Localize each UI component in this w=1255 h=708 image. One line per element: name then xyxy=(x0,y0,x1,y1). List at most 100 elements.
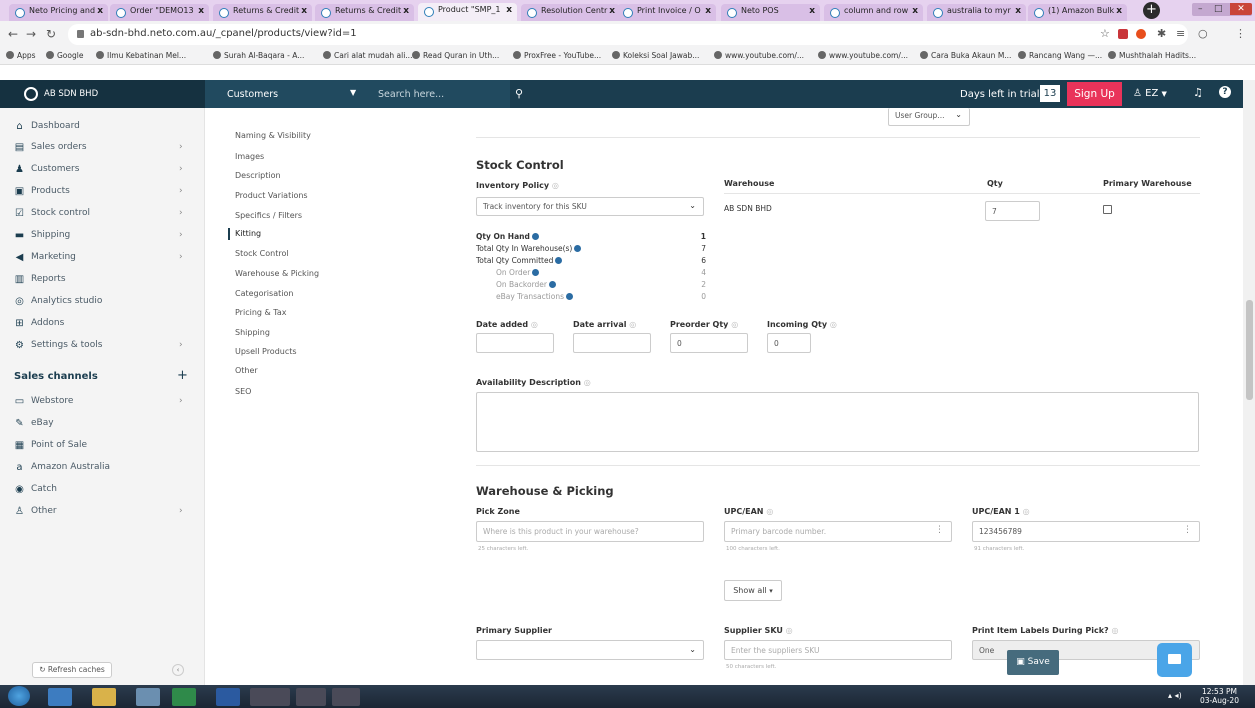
tray-icons[interactable]: ▴ ◂) xyxy=(1168,691,1182,700)
supplier-sku-input[interactable]: Enter the suppliers SKU xyxy=(724,640,952,660)
date-added-input[interactable] xyxy=(476,333,554,353)
profile-icon[interactable]: ○ xyxy=(1198,27,1208,40)
sales-channel-item[interactable]: ♙ Other › xyxy=(14,506,194,524)
sidebar-item[interactable]: ▣ Products › xyxy=(14,186,194,204)
bookmark-item[interactable]: Koleksi Soal Jawab... xyxy=(612,51,699,60)
bookmark-item[interactable]: www.youtube.com/... xyxy=(818,51,908,60)
browser-tab[interactable]: Product "SMP_1 x xyxy=(418,3,517,21)
bookmark-item[interactable]: ProxFree - YouTube... xyxy=(513,51,601,60)
sales-channel-item[interactable]: a Amazon Australia xyxy=(14,462,194,480)
signup-button[interactable]: Sign Up xyxy=(1067,82,1122,106)
sales-channel-item[interactable]: ✎ eBay xyxy=(14,418,194,436)
sidebar-item[interactable]: ♟ Customers › xyxy=(14,164,194,182)
more-options-icon[interactable]: ⋮ xyxy=(935,525,944,535)
chat-widget-button[interactable] xyxy=(1157,643,1192,677)
bookmark-item[interactable]: Ilmu Kebatinan Mel... xyxy=(96,51,186,60)
bookmark-item[interactable]: Read Quran in Uth... xyxy=(412,51,499,60)
section-nav-link[interactable]: Stock Control xyxy=(235,249,289,258)
bookmark-item[interactable]: Mushthalah Hadits... xyxy=(1108,51,1196,60)
section-nav-link[interactable]: Description xyxy=(235,171,281,180)
section-nav-link[interactable]: Upsell Products xyxy=(235,347,297,356)
close-window-button[interactable]: ✕ xyxy=(1230,3,1252,15)
browser-tab[interactable]: Neto Pricing and x xyxy=(9,4,108,21)
minimize-button[interactable]: – xyxy=(1198,3,1203,15)
section-nav-link[interactable]: Images xyxy=(235,152,264,161)
browser-tab[interactable]: column and row x xyxy=(824,4,923,21)
sidebar-item[interactable]: ⌂ Dashboard xyxy=(14,121,194,139)
browser-tab[interactable]: Print Invoice / O x xyxy=(617,4,716,21)
close-tab-icon[interactable]: x xyxy=(97,6,103,16)
sales-channel-item[interactable]: ◉ Catch xyxy=(14,484,194,502)
close-tab-icon[interactable]: x xyxy=(301,6,307,16)
section-nav-link[interactable]: SEO xyxy=(235,387,251,396)
upc-input[interactable]: Primary barcode number. xyxy=(724,521,952,542)
sidebar-item[interactable]: ⊞ Addons xyxy=(14,318,194,336)
section-nav-link[interactable]: Kitting xyxy=(235,229,261,238)
incoming-qty-input[interactable]: 0 xyxy=(767,333,811,353)
close-tab-icon[interactable]: x xyxy=(609,6,615,16)
close-tab-icon[interactable]: x xyxy=(1116,6,1122,16)
section-nav-link[interactable]: Other xyxy=(235,366,258,375)
taskbar-app-icon[interactable] xyxy=(172,688,196,706)
bookmark-item[interactable]: Cari alat mudah ali... xyxy=(323,51,412,60)
taskbar-app-icon[interactable] xyxy=(48,688,72,706)
preorder-qty-input[interactable]: 0 xyxy=(670,333,748,353)
date-arrival-input[interactable] xyxy=(573,333,651,353)
save-button[interactable]: ▣ Save xyxy=(1007,650,1059,675)
section-nav-link[interactable]: Specifics / Filters xyxy=(235,211,302,220)
browser-tab[interactable]: australia to myr x xyxy=(927,4,1026,21)
browser-tab[interactable]: (1) Amazon Bulk x xyxy=(1028,4,1127,21)
bookmark-item[interactable]: Google xyxy=(46,51,83,60)
more-options-icon[interactable]: ⋮ xyxy=(1183,525,1192,535)
extension-icon[interactable] xyxy=(1136,29,1146,39)
taskbar-app-icon[interactable] xyxy=(296,688,326,706)
sales-channel-item[interactable]: ▦ Point of Sale xyxy=(14,440,194,458)
browser-tab[interactable]: Neto POS x xyxy=(721,4,820,21)
bookmark-item[interactable]: www.youtube.com/... xyxy=(714,51,804,60)
inventory-policy-select[interactable]: Track inventory for this SKU ⌄ xyxy=(476,197,704,216)
extension-icon[interactable] xyxy=(1118,29,1128,39)
close-tab-icon[interactable]: x xyxy=(705,6,711,16)
bookmark-item[interactable]: Apps xyxy=(6,51,36,60)
close-tab-icon[interactable]: x xyxy=(506,5,512,15)
star-icon[interactable]: ☆ xyxy=(1100,27,1110,40)
new-tab-button[interactable]: + xyxy=(1143,2,1160,19)
primary-supplier-select[interactable]: ⌄ xyxy=(476,640,704,660)
user-group-select[interactable]: User Group... ⌄ xyxy=(888,108,970,126)
sidebar-item[interactable]: ◎ Analytics studio xyxy=(14,296,194,314)
bookmark-item[interactable]: Surah Al-Baqara - A... xyxy=(213,51,304,60)
search-input[interactable]: Search here... ⚲ xyxy=(370,80,523,108)
show-all-button[interactable]: Show all ▾ xyxy=(724,580,782,601)
close-tab-icon[interactable]: x xyxy=(809,6,815,16)
sidebar-item[interactable]: ▥ Reports xyxy=(14,274,194,292)
browser-tab[interactable]: Resolution Centr x xyxy=(521,4,620,21)
bell-icon[interactable]: ♫ xyxy=(1193,86,1203,99)
company-logo[interactable]: AB SDN BHD xyxy=(0,80,205,108)
sales-channel-item[interactable]: ▭ Webstore › xyxy=(14,396,194,414)
upc1-input[interactable]: 123456789 xyxy=(972,521,1200,542)
sidebar-item[interactable]: ▬ Shipping › xyxy=(14,230,194,248)
reload-icon[interactable]: ↻ xyxy=(46,27,56,41)
sidebar-item[interactable]: ▤ Sales orders › xyxy=(14,142,194,160)
taskbar-app-icon[interactable] xyxy=(250,688,290,706)
section-nav-link[interactable]: Naming & Visibility xyxy=(235,131,311,140)
context-select[interactable]: Customers ▼ xyxy=(205,80,370,108)
puzzle-icon[interactable]: ✱ xyxy=(1157,27,1166,40)
taskbar-app-icon[interactable] xyxy=(136,688,160,706)
taskbar-app-icon[interactable] xyxy=(332,688,360,706)
primary-warehouse-checkbox[interactable] xyxy=(1103,205,1112,214)
sidebar-item[interactable]: ◀ Marketing › xyxy=(14,252,194,270)
bookmark-item[interactable]: Rancang Wang —... xyxy=(1018,51,1102,60)
forward-icon[interactable]: → xyxy=(26,27,36,41)
menu-icon[interactable]: ⋮ xyxy=(1235,27,1246,40)
collapse-sidebar-button[interactable]: ‹ xyxy=(172,664,184,676)
section-nav-link[interactable]: Shipping xyxy=(235,328,270,337)
pick-zone-input[interactable]: Where is this product in your warehouse? xyxy=(476,521,704,542)
back-icon[interactable]: ← xyxy=(8,27,18,41)
refresh-caches-button[interactable]: ↻ Refresh caches xyxy=(32,662,112,678)
browser-tab[interactable]: Returns & Credit x xyxy=(213,4,312,21)
section-nav-link[interactable]: Categorisation xyxy=(235,289,293,298)
reading-list-icon[interactable]: ≡ xyxy=(1176,27,1185,40)
bookmark-item[interactable]: Cara Buka Akaun M... xyxy=(920,51,1011,60)
sidebar-item[interactable]: ⚙ Settings & tools › xyxy=(14,340,194,358)
